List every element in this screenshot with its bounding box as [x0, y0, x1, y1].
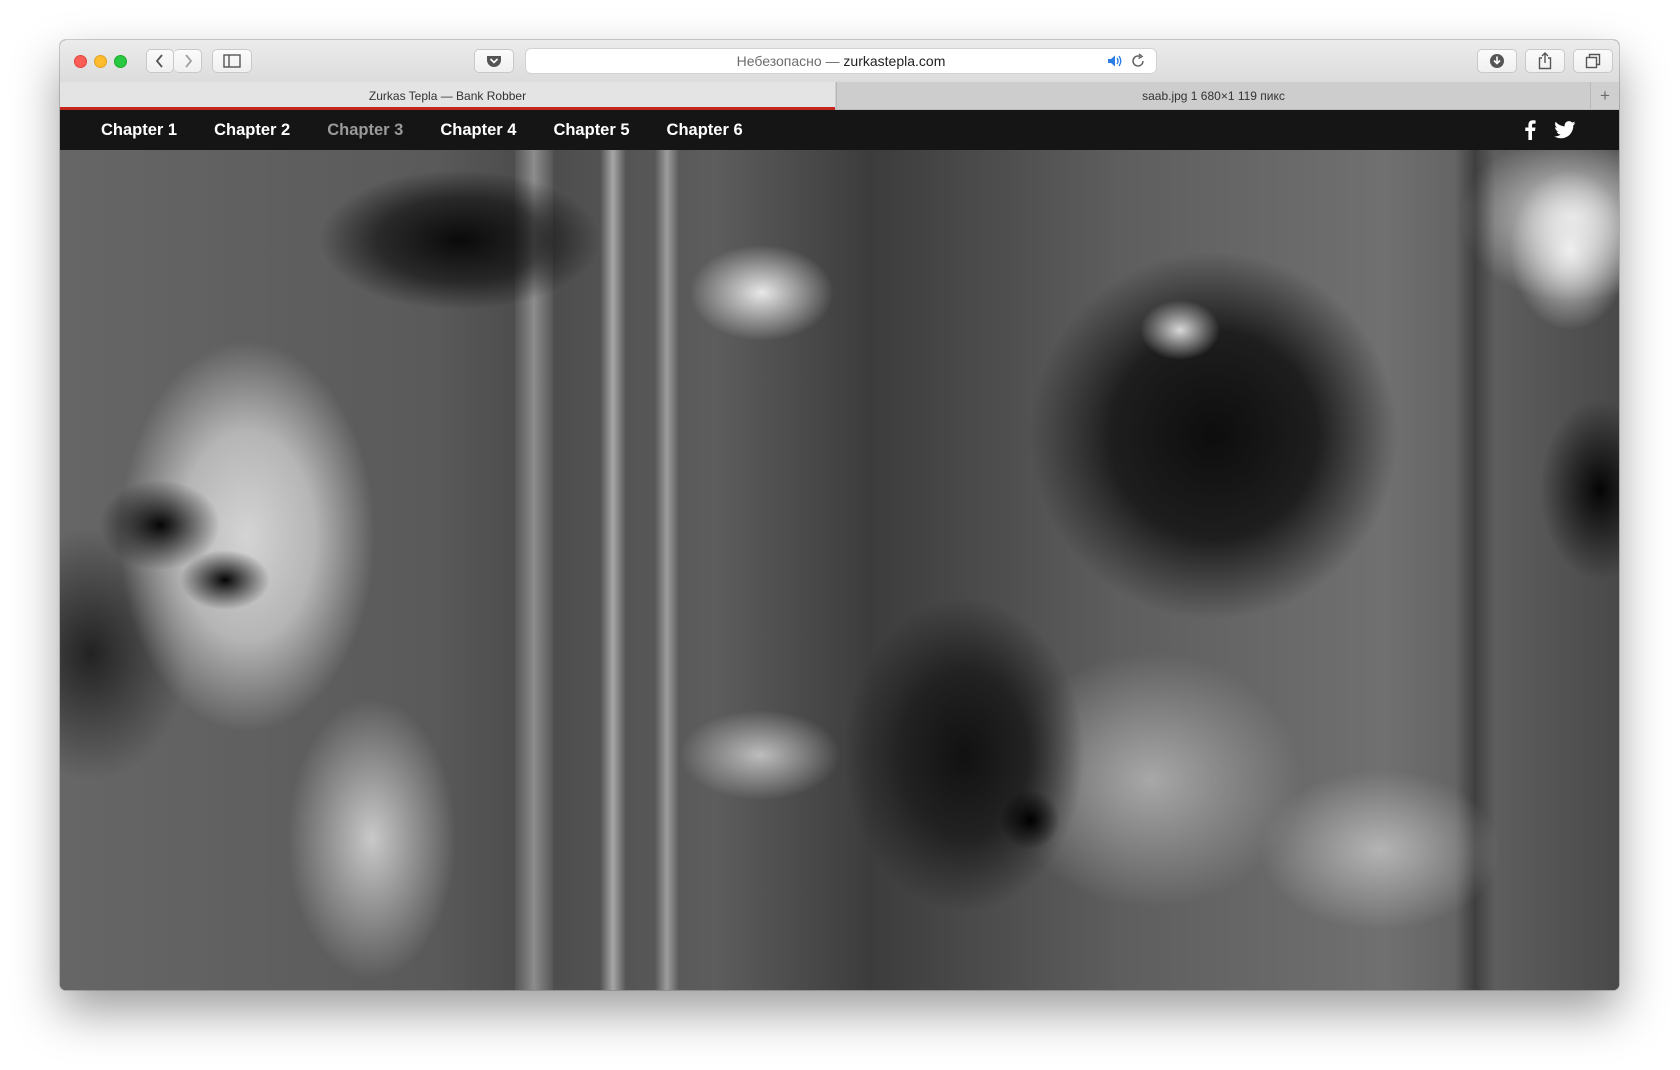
chapter-3-link[interactable]: Chapter 3 — [327, 110, 403, 150]
plus-icon: + — [1600, 85, 1610, 105]
close-window-button[interactable] — [74, 55, 87, 68]
sidebar-icon — [223, 54, 241, 68]
forward-button[interactable] — [174, 49, 202, 73]
hero-image — [60, 150, 1619, 990]
zoom-window-button[interactable] — [114, 55, 127, 68]
facebook-icon[interactable] — [1524, 120, 1536, 140]
chapter-1-link[interactable]: Chapter 1 — [101, 110, 177, 150]
tab-bar: Zurkas Tepla — Bank Robber saab.jpg 1 68… — [60, 82, 1619, 110]
downloads-button[interactable] — [1477, 49, 1517, 73]
insecure-label: Небезопасно — [736, 53, 822, 69]
back-button[interactable] — [146, 49, 174, 73]
speaker-icon[interactable] — [1106, 53, 1124, 69]
chevron-right-icon — [184, 54, 192, 68]
chapter-menu: Chapter 1 Chapter 2 Chapter 3 Chapter 4 … — [101, 110, 780, 150]
share-button[interactable] — [1525, 49, 1565, 73]
chevron-left-icon — [155, 54, 163, 68]
address-separator: — — [821, 53, 844, 69]
new-tab-button[interactable]: + — [1590, 82, 1619, 109]
site-navigation: Chapter 1 Chapter 2 Chapter 3 Chapter 4 … — [60, 110, 1619, 150]
address-bar[interactable]: Небезопасно — zurkastepla.com — [525, 48, 1157, 74]
social-links — [1524, 120, 1576, 140]
chapter-4-link[interactable]: Chapter 4 — [440, 110, 516, 150]
chapter-6-link[interactable]: Chapter 6 — [667, 110, 743, 150]
tab-inactive[interactable]: saab.jpg 1 680×1 119 пикс — [836, 82, 1590, 109]
reload-icon[interactable] — [1130, 53, 1146, 69]
tab-title: saab.jpg 1 680×1 119 пикс — [1142, 88, 1285, 103]
share-icon — [1538, 52, 1552, 70]
tabs-icon — [1585, 53, 1601, 69]
tab-title: Zurkas Tepla — Bank Robber — [368, 88, 527, 103]
tab-overview-button[interactable] — [1573, 49, 1613, 73]
pocket-button[interactable] — [474, 49, 514, 73]
sidebar-toggle-button[interactable] — [212, 49, 252, 73]
download-icon — [1490, 54, 1504, 68]
browser-window: Небезопасно — zurkastepla.com Zurkas Tep… — [60, 40, 1619, 990]
pocket-icon — [487, 56, 501, 67]
address-host: zurkastepla.com — [843, 53, 946, 69]
browser-toolbar: Небезопасно — zurkastepla.com — [60, 40, 1619, 83]
minimize-window-button[interactable] — [94, 55, 107, 68]
chapter-2-link[interactable]: Chapter 2 — [214, 110, 290, 150]
chapter-5-link[interactable]: Chapter 5 — [553, 110, 629, 150]
twitter-icon[interactable] — [1554, 121, 1576, 139]
tab-active[interactable]: Zurkas Tepla — Bank Robber — [60, 82, 835, 110]
